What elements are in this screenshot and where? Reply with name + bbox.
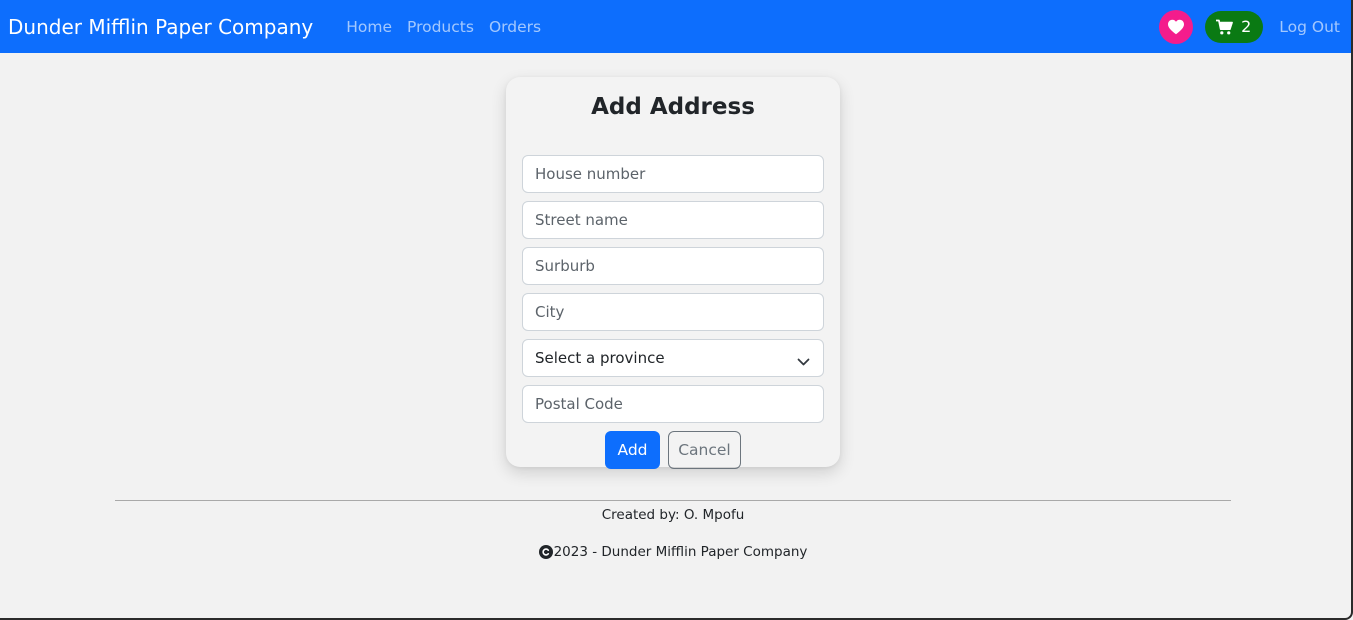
logout-link[interactable]: Log Out bbox=[1279, 18, 1340, 36]
footer-copyright: 2023 - Dunder Mifflin Paper Company bbox=[0, 544, 1346, 560]
app-window: Dunder Mifflin Paper Company Home Produc… bbox=[0, 0, 1353, 620]
nav-link-home[interactable]: Home bbox=[346, 18, 392, 36]
add-button[interactable]: Add bbox=[605, 431, 660, 469]
cart-icon bbox=[1215, 19, 1241, 35]
nav-link-products[interactable]: Products bbox=[407, 18, 474, 36]
chevron-down-icon bbox=[797, 352, 810, 371]
cart-button[interactable]: 2 bbox=[1205, 10, 1264, 43]
heart-icon bbox=[1167, 19, 1185, 35]
form-title: Add Address bbox=[591, 94, 755, 120]
postal-code-input[interactable] bbox=[522, 385, 824, 423]
province-select-value: Select a province bbox=[522, 339, 824, 377]
copyright-icon bbox=[538, 545, 553, 559]
suburb-input[interactable] bbox=[522, 247, 824, 285]
province-select[interactable]: Select a province bbox=[522, 339, 824, 377]
favorites-button[interactable] bbox=[1159, 9, 1194, 44]
cancel-button[interactable]: Cancel bbox=[668, 431, 741, 469]
nav-actions: 2 Log Out bbox=[1159, 0, 1340, 53]
nav-links: Home Products Orders bbox=[346, 18, 556, 36]
copyright-text: 2023 - Dunder Mifflin Paper Company bbox=[553, 544, 808, 560]
top-navbar: Dunder Mifflin Paper Company Home Produc… bbox=[0, 0, 1351, 53]
city-input[interactable] bbox=[522, 293, 824, 331]
footer-divider bbox=[115, 500, 1231, 501]
cart-count: 2 bbox=[1241, 17, 1252, 36]
form-actions: Add Cancel bbox=[522, 431, 824, 469]
brand-link[interactable]: Dunder Mifflin Paper Company bbox=[8, 15, 313, 39]
add-address-card: Add Address Select a province Add Cancel bbox=[506, 77, 840, 469]
street-name-input[interactable] bbox=[522, 201, 824, 239]
nav-link-orders[interactable]: Orders bbox=[489, 18, 541, 36]
house-number-input[interactable] bbox=[522, 155, 824, 193]
address-form: Select a province Add Cancel bbox=[522, 138, 824, 469]
footer-credit: Created by: O. Mpofu bbox=[601, 507, 745, 523]
